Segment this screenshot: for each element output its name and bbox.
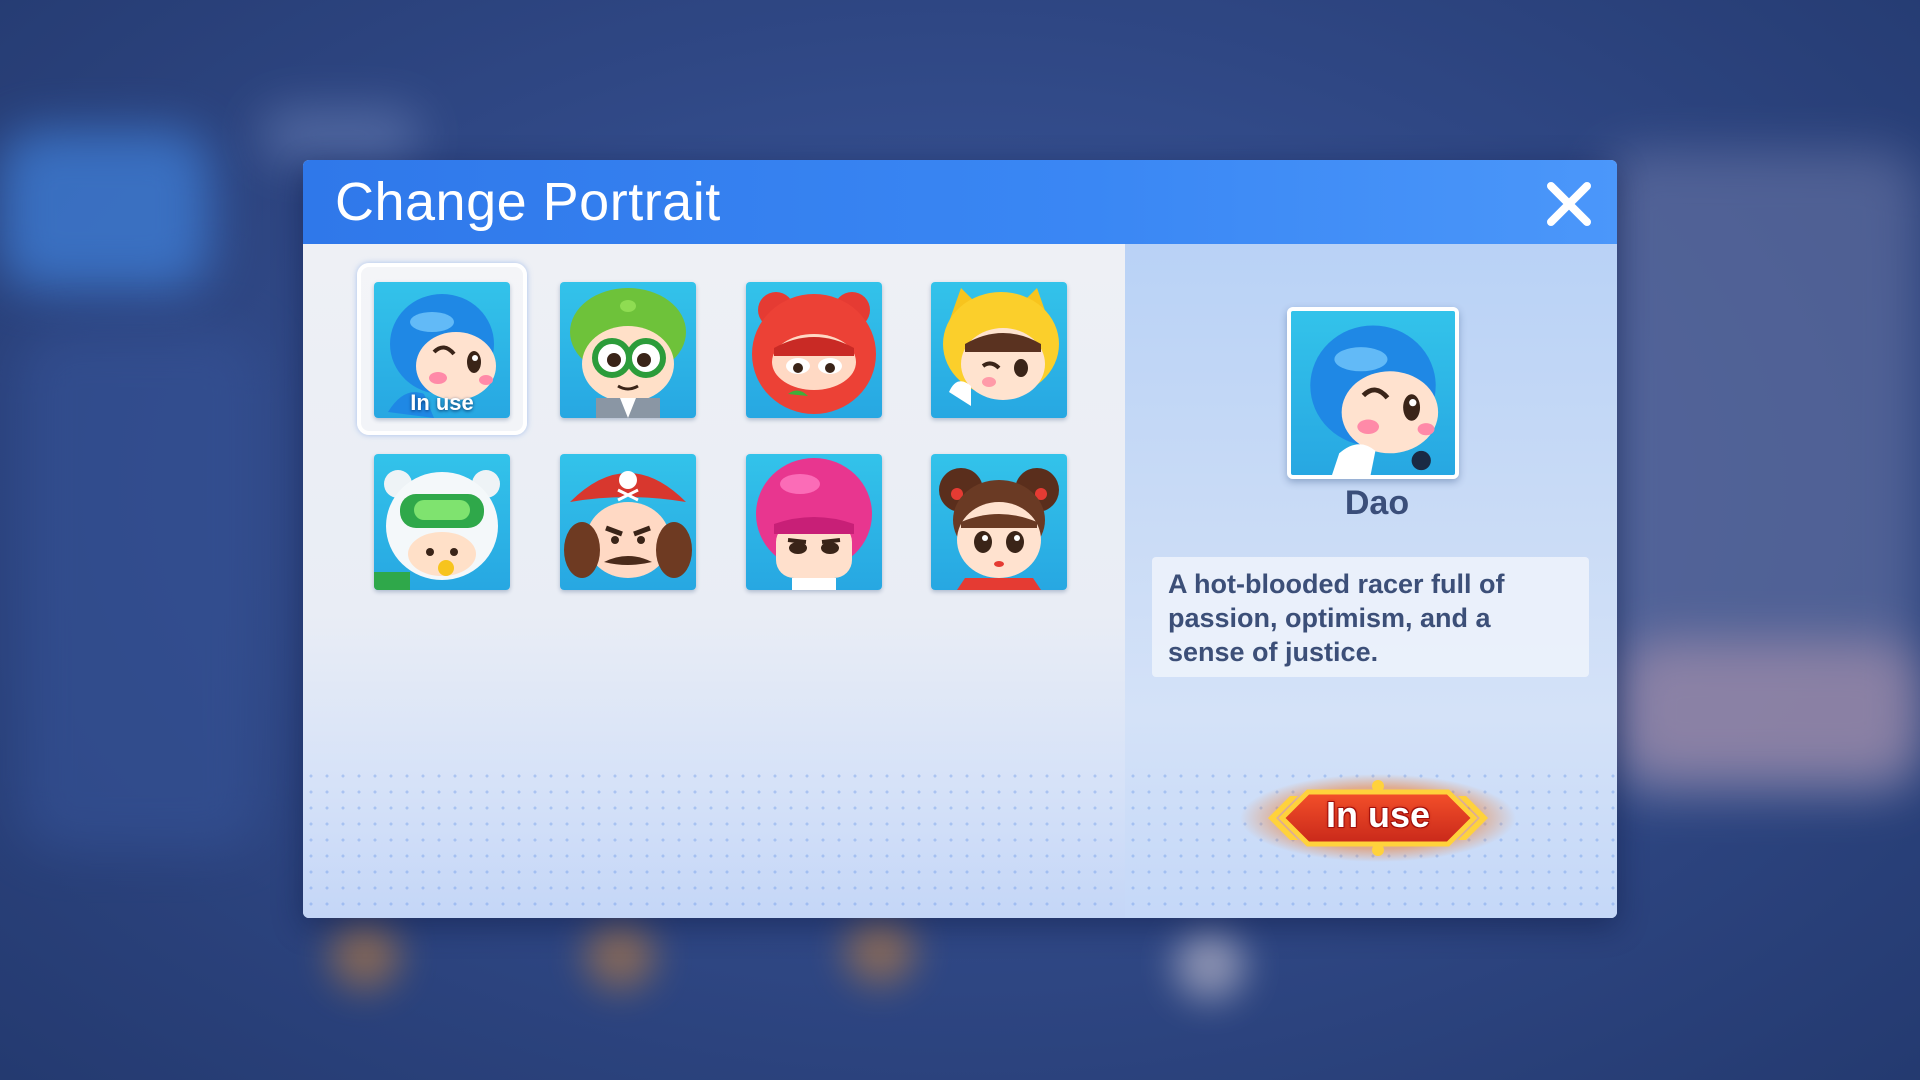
green-cap-portrait-icon <box>570 288 686 418</box>
background-blur <box>845 915 915 985</box>
portrait-description: A hot-blooded racer full of passion, opt… <box>1168 569 1505 667</box>
portrait-tile[interactable] <box>931 454 1067 590</box>
portrait-tile[interactable] <box>374 454 510 590</box>
yellow-cat-hood-portrait-icon <box>943 288 1059 406</box>
background-blur <box>260 110 420 160</box>
in-use-button-label: In use <box>1325 794 1431 835</box>
pink-hair-portrait-icon <box>756 458 872 590</box>
white-bear-portrait-icon <box>374 470 500 590</box>
selected-portrait-preview <box>1287 307 1459 479</box>
background-blur <box>1620 640 1920 780</box>
background-blur <box>20 330 260 850</box>
portrait-tile[interactable] <box>560 454 696 590</box>
close-icon <box>1547 182 1591 226</box>
selected-portrait-name: Dao <box>1344 484 1410 522</box>
dialog-title: Change Portrait <box>335 172 721 232</box>
blue-helmet-portrait-icon <box>1310 325 1439 475</box>
portrait-tile[interactable] <box>746 282 882 418</box>
close-button[interactable] <box>1543 178 1595 230</box>
portrait-tile[interactable] <box>931 282 1067 418</box>
in-use-button[interactable]: In use <box>1238 772 1518 864</box>
dialog-titlebar: Change Portrait <box>303 160 1617 244</box>
portrait-tile[interactable] <box>746 454 882 590</box>
portrait-description-box: A hot-blooded racer full of passion, opt… <box>1152 557 1589 677</box>
in-use-badge: In use <box>410 390 474 415</box>
background-blur <box>585 920 655 990</box>
girl-buns-portrait-icon <box>939 468 1059 590</box>
portrait-tile-dao[interactable]: In use <box>374 282 510 418</box>
background-blur <box>0 130 210 290</box>
background-blur <box>330 920 400 990</box>
portrait-tile[interactable] <box>560 282 696 418</box>
pirate-portrait-icon <box>564 471 692 578</box>
background-blur <box>1175 930 1245 1000</box>
red-hood-portrait-icon <box>752 292 876 414</box>
